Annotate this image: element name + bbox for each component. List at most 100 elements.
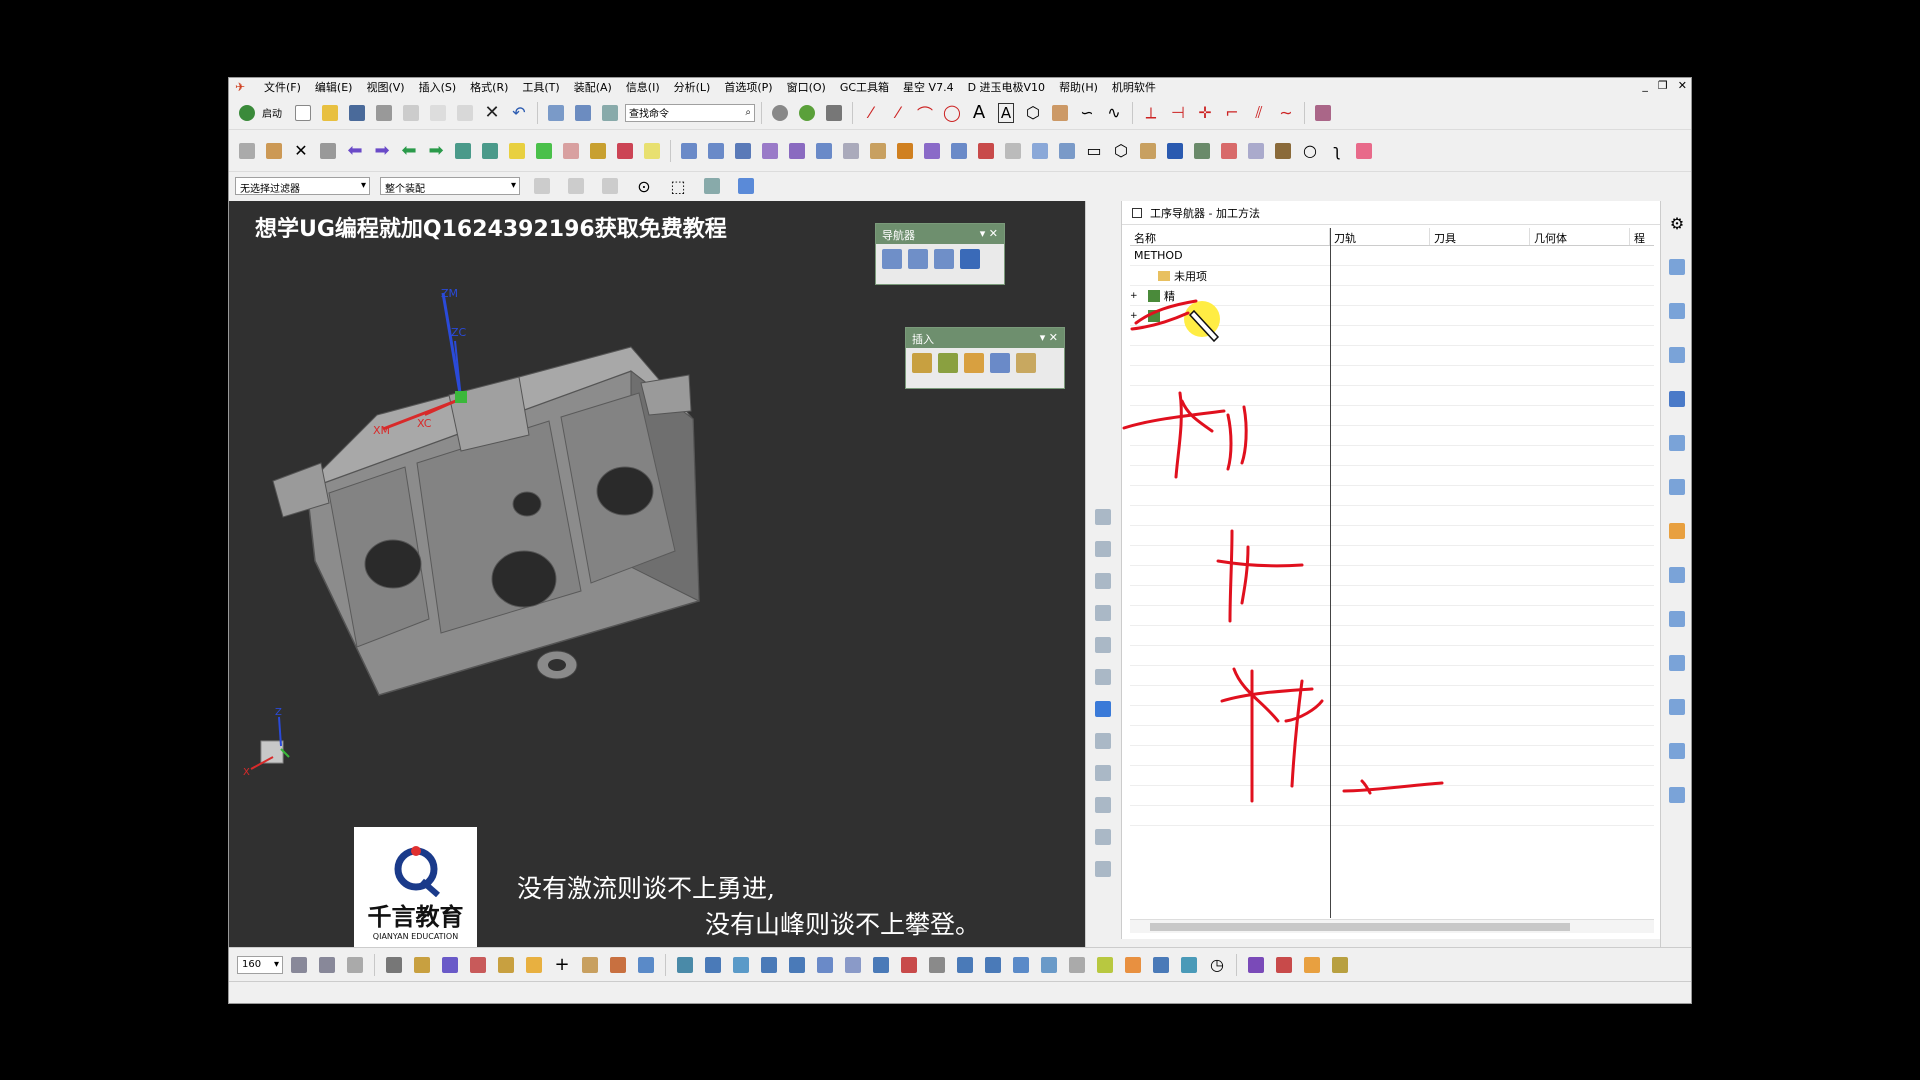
bt-icon-33[interactable] xyxy=(1272,953,1296,977)
offset-icon[interactable]: ⫽ xyxy=(1247,101,1271,125)
roles-icon[interactable] xyxy=(1665,739,1689,763)
paste-icon[interactable] xyxy=(453,101,477,125)
hexagon-icon[interactable]: ⬡ xyxy=(1109,139,1133,163)
menu-tools[interactable]: 工具(T) xyxy=(515,79,566,95)
edge-icon[interactable] xyxy=(866,139,890,163)
tree-item-finish[interactable]: + 精 xyxy=(1130,286,1654,306)
op-icon-1[interactable] xyxy=(1091,505,1115,529)
operation-navigator-icon[interactable] xyxy=(1665,387,1689,411)
machining-method-view-icon[interactable] xyxy=(960,249,980,269)
restore-button[interactable]: ❐ xyxy=(1658,79,1668,92)
trim-icon[interactable]: ⟂ xyxy=(1139,101,1163,125)
hole-icon[interactable] xyxy=(1001,139,1025,163)
weld-icon[interactable] xyxy=(1136,139,1160,163)
print-icon[interactable] xyxy=(372,101,396,125)
create-geometry-icon[interactable] xyxy=(964,353,984,373)
tree-item-new[interactable]: + xyxy=(1130,306,1654,326)
delete-icon[interactable]: ✕ xyxy=(480,101,504,125)
menu-assembly[interactable]: 装配(A) xyxy=(567,79,619,95)
menu-window[interactable]: 窗口(O) xyxy=(780,79,833,95)
u-channel-icon[interactable] xyxy=(1163,139,1187,163)
box-green-icon[interactable] xyxy=(532,139,556,163)
history-icon[interactable] xyxy=(1665,607,1689,631)
bt-icon-28[interactable] xyxy=(1093,953,1117,977)
plane-icon[interactable] xyxy=(839,139,863,163)
bt-icon-3[interactable] xyxy=(343,953,367,977)
minimize-button[interactable]: _ xyxy=(1642,79,1648,92)
navigator-horizontal-scrollbar[interactable] xyxy=(1130,919,1654,933)
bt-icon-20[interactable] xyxy=(869,953,893,977)
spline-icon[interactable]: ∿ xyxy=(1102,101,1126,125)
bt-icon-22[interactable] xyxy=(925,953,949,977)
op-icon-10[interactable] xyxy=(1091,793,1115,817)
program-order-view-icon[interactable] xyxy=(882,249,902,269)
graphics-viewport[interactable]: 想学UG编程就加Q1624392196获取免费教程 ZM ZC XM XC Z … xyxy=(229,201,1085,947)
expand-icon-2[interactable]: + xyxy=(1130,311,1140,321)
erase-icon[interactable] xyxy=(559,139,583,163)
menu-xingkong[interactable]: 星空 V7.4 xyxy=(896,79,961,95)
material-icon[interactable] xyxy=(613,139,637,163)
filter-icon-2[interactable] xyxy=(564,174,588,198)
arrow-right-icon[interactable]: ➡ xyxy=(370,139,394,163)
bt-icon-26[interactable] xyxy=(1037,953,1061,977)
part-navigator-icon[interactable] xyxy=(1665,343,1689,367)
bt-icon-1[interactable] xyxy=(287,953,311,977)
rectangle-icon[interactable]: ▭ xyxy=(1082,139,1106,163)
op-icon-6[interactable] xyxy=(1091,665,1115,689)
xy-icon[interactable] xyxy=(1352,139,1376,163)
measure-icon[interactable] xyxy=(731,139,755,163)
create-operation-icon[interactable] xyxy=(1016,353,1036,373)
command-search-input[interactable]: 查找命令 ⌕ xyxy=(625,103,755,122)
red-block-icon[interactable] xyxy=(974,139,998,163)
op-icon-2[interactable] xyxy=(1091,537,1115,561)
bt-icon-6[interactable] xyxy=(438,953,462,977)
text-box-icon[interactable]: A xyxy=(994,101,1018,125)
render-style-icon[interactable] xyxy=(768,101,792,125)
settings-icon[interactable]: ⚙ xyxy=(1665,211,1689,235)
x-axis-icon[interactable]: ✕ xyxy=(289,139,313,163)
tree-root-method[interactable]: METHOD xyxy=(1130,246,1654,266)
cube-small-icon[interactable] xyxy=(700,174,724,198)
insert-toolbar-close-icon[interactable]: ▾ ✕ xyxy=(1040,331,1058,345)
navigator-pin-icon[interactable] xyxy=(1132,207,1142,218)
view-orient-icon[interactable] xyxy=(235,139,259,163)
column-tool[interactable]: 刀具 xyxy=(1430,228,1530,245)
create-method-icon[interactable] xyxy=(990,353,1010,373)
green-left-icon[interactable]: ⬅ xyxy=(397,139,421,163)
close-button[interactable]: ✕ xyxy=(1678,79,1687,92)
menu-help[interactable]: 帮助(H) xyxy=(1052,79,1105,95)
system-scenes-icon[interactable] xyxy=(1665,783,1689,807)
layer-icon[interactable] xyxy=(316,139,340,163)
menu-info[interactable]: 信息(I) xyxy=(619,79,667,95)
op-icon-9[interactable] xyxy=(1091,761,1115,785)
menu-analysis[interactable]: 分析(L) xyxy=(667,79,718,95)
op-icon-11[interactable] xyxy=(1091,825,1115,849)
web-browser-icon[interactable] xyxy=(1665,563,1689,587)
scrollbar-thumb[interactable] xyxy=(1150,923,1570,931)
new-file-icon[interactable] xyxy=(291,101,315,125)
bt-icon-27[interactable] xyxy=(1065,953,1089,977)
layout-icon[interactable] xyxy=(598,101,622,125)
pattern-icon[interactable] xyxy=(1028,139,1052,163)
bt-icon-15[interactable] xyxy=(729,953,753,977)
bt-icon-31[interactable] xyxy=(1177,953,1201,977)
create-tool-icon[interactable] xyxy=(938,353,958,373)
op-icon-4[interactable] xyxy=(1091,601,1115,625)
start-label[interactable]: 启动 xyxy=(262,105,282,120)
command-finder-icon[interactable] xyxy=(544,101,568,125)
block-icon[interactable] xyxy=(758,139,782,163)
move-in-icon[interactable] xyxy=(451,139,475,163)
open-folder-icon[interactable] xyxy=(318,101,342,125)
line2-icon[interactable]: ⁄ xyxy=(886,101,910,125)
move-out-icon[interactable] xyxy=(478,139,502,163)
bt-icon-21[interactable] xyxy=(897,953,921,977)
zoom-dropdown[interactable]: 160 xyxy=(237,955,283,974)
filter-icon-3[interactable] xyxy=(598,174,622,198)
bt-icon-18[interactable] xyxy=(813,953,837,977)
menu-file[interactable]: 文件(F) xyxy=(257,79,308,95)
op-icon-3[interactable] xyxy=(1091,569,1115,593)
bt-icon-7[interactable] xyxy=(466,953,490,977)
bt-icon-17[interactable] xyxy=(785,953,809,977)
selection-filter-dropdown[interactable]: 无选择过滤器 xyxy=(235,177,370,195)
geometry-view-icon[interactable] xyxy=(934,249,954,269)
